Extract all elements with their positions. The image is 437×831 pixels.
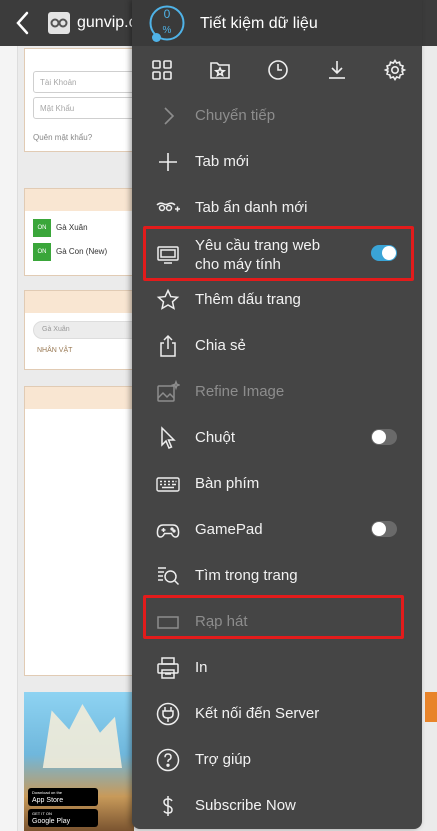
menu-item-label: Rạp hát — [195, 613, 248, 630]
downloads-button[interactable] — [325, 58, 349, 82]
server-name: Gà Xuân — [56, 223, 88, 233]
menu-item-theater[interactable]: Rạp hát — [132, 599, 422, 645]
menu-item-mouse[interactable]: Chuột — [132, 415, 422, 461]
monitor-icon — [157, 246, 179, 264]
toggle-knob — [382, 246, 396, 260]
toggle-knob — [372, 430, 386, 444]
forgot-password-link[interactable]: Quên mật khẩu? — [33, 133, 92, 142]
ship-illustration — [42, 704, 122, 768]
on-badge: ON — [33, 219, 51, 237]
grid-icon — [152, 60, 172, 80]
incognito-plus-icon — [156, 202, 180, 212]
star-icon — [156, 288, 180, 310]
menu-item-label: Refine Image — [195, 383, 285, 400]
settings-button[interactable] — [383, 58, 407, 82]
google-play-caption: GET IT ON — [32, 811, 52, 816]
menu-item-new-tab[interactable]: Tab mới — [132, 139, 422, 185]
printer-icon — [157, 657, 179, 679]
menu-item-label: In — [195, 659, 208, 676]
gamepad-icon — [156, 524, 180, 538]
menu-item-label: Trợ giúp — [195, 751, 251, 768]
chevron-right-icon — [164, 107, 175, 125]
server-name: Gà Con (New) — [56, 247, 108, 257]
game-banner[interactable]: Download on the App Store GET IT ON Goog… — [24, 692, 134, 831]
help-icon — [156, 748, 180, 772]
menu-item-label: Kết nối đến Server — [195, 705, 320, 722]
app-store-button[interactable]: Download on the App Store — [28, 788, 98, 806]
menu-item-share[interactable]: Chia sẻ — [132, 323, 422, 369]
on-badge: ON — [33, 243, 51, 261]
toggle-knob — [372, 522, 386, 536]
character-label: NHÂN VẬT — [37, 347, 73, 354]
page-sidebar — [0, 46, 18, 831]
menu-item-label: Thêm dấu trang — [195, 291, 301, 308]
google-play-button[interactable]: GET IT ON Google Play — [28, 809, 98, 827]
keyboard-icon — [156, 477, 180, 492]
dollar-icon — [163, 796, 173, 816]
menu-item-label: Chuột — [195, 429, 236, 446]
menu-item-print[interactable]: In — [132, 645, 422, 691]
history-button[interactable] — [266, 58, 290, 82]
menu-item-label: Chuyển tiếp — [195, 107, 276, 124]
gear-icon — [383, 59, 407, 81]
find-text-icon — [158, 567, 180, 586]
share-icon — [160, 334, 176, 357]
back-button[interactable] — [14, 10, 38, 36]
data-saver-header[interactable]: 0 % Tiết kiệm dữ liệu — [132, 0, 422, 46]
desktop-site-line-2: cho máy tính — [195, 256, 281, 273]
google-play-label: Google Play — [32, 818, 71, 825]
data-saver-title: Tiết kiệm dữ liệu — [200, 15, 318, 32]
plus-icon — [159, 153, 177, 171]
menu-item-forward[interactable]: Chuyển tiếp — [132, 93, 422, 139]
menu-item-label: Yêu cầu trang web cho máy tính — [195, 236, 320, 274]
menu-item-refine-image[interactable]: Refine Image — [132, 369, 422, 415]
menu-item-label: Bàn phím — [195, 475, 260, 492]
menu-item-subscribe[interactable]: Subscribe Now — [132, 783, 422, 829]
menu-item-keyboard[interactable]: Bàn phím — [132, 461, 422, 507]
menu-item-label: Tab mới — [195, 153, 250, 170]
desktop-site-line-1: Yêu cầu trang web — [195, 237, 321, 254]
menu-item-help[interactable]: Trợ giúp — [132, 737, 422, 783]
desktop-site-toggle[interactable] — [371, 245, 397, 261]
image-sparkle-icon — [157, 380, 180, 402]
side-tab-strip — [425, 692, 437, 722]
gauge-dot-icon — [152, 33, 161, 42]
menu-item-desktop-site[interactable]: Yêu cầu trang web cho máy tính — [132, 231, 422, 279]
clock-icon — [268, 60, 288, 80]
browser-menu: 0 % Tiết kiệm dữ liệu Chuyển tiếp Tab mớ… — [132, 0, 422, 829]
chevron-left-icon — [16, 11, 29, 35]
data-saver-percent: 0 — [163, 7, 171, 21]
url-text[interactable]: gunvip.c — [77, 14, 137, 32]
menu-item-label: GamePad — [195, 521, 263, 538]
incognito-tab-icon[interactable] — [48, 12, 70, 34]
app-store-label: App Store — [32, 797, 64, 804]
plug-icon — [156, 702, 180, 726]
download-icon — [329, 61, 345, 79]
menu-item-find-in-page[interactable]: Tìm trong trang — [132, 553, 422, 599]
menu-toolbar — [132, 48, 422, 90]
app-store-caption: Download on the — [32, 790, 63, 795]
theater-screen-icon — [157, 616, 179, 629]
menu-item-label: Subscribe Now — [195, 797, 296, 814]
menu-item-label: Chia sẻ — [195, 337, 246, 354]
menu-item-gamepad[interactable]: GamePad — [132, 507, 422, 553]
tabs-grid-button[interactable] — [150, 58, 174, 82]
menu-item-incognito-tab[interactable]: Tab ẩn danh mới — [132, 185, 422, 231]
menu-item-label: Tìm trong trang — [195, 567, 298, 584]
bookmarks-button[interactable] — [208, 58, 232, 82]
bookmark-star-icon — [210, 62, 230, 79]
mouse-toggle[interactable] — [371, 429, 397, 445]
menu-item-add-bookmark[interactable]: Thêm dấu trang — [132, 277, 422, 323]
menu-item-connect-server[interactable]: Kết nối đến Server — [132, 691, 422, 737]
gamepad-toggle[interactable] — [371, 521, 397, 537]
menu-item-label: Tab ẩn danh mới — [195, 199, 308, 216]
cursor-icon — [161, 426, 176, 449]
